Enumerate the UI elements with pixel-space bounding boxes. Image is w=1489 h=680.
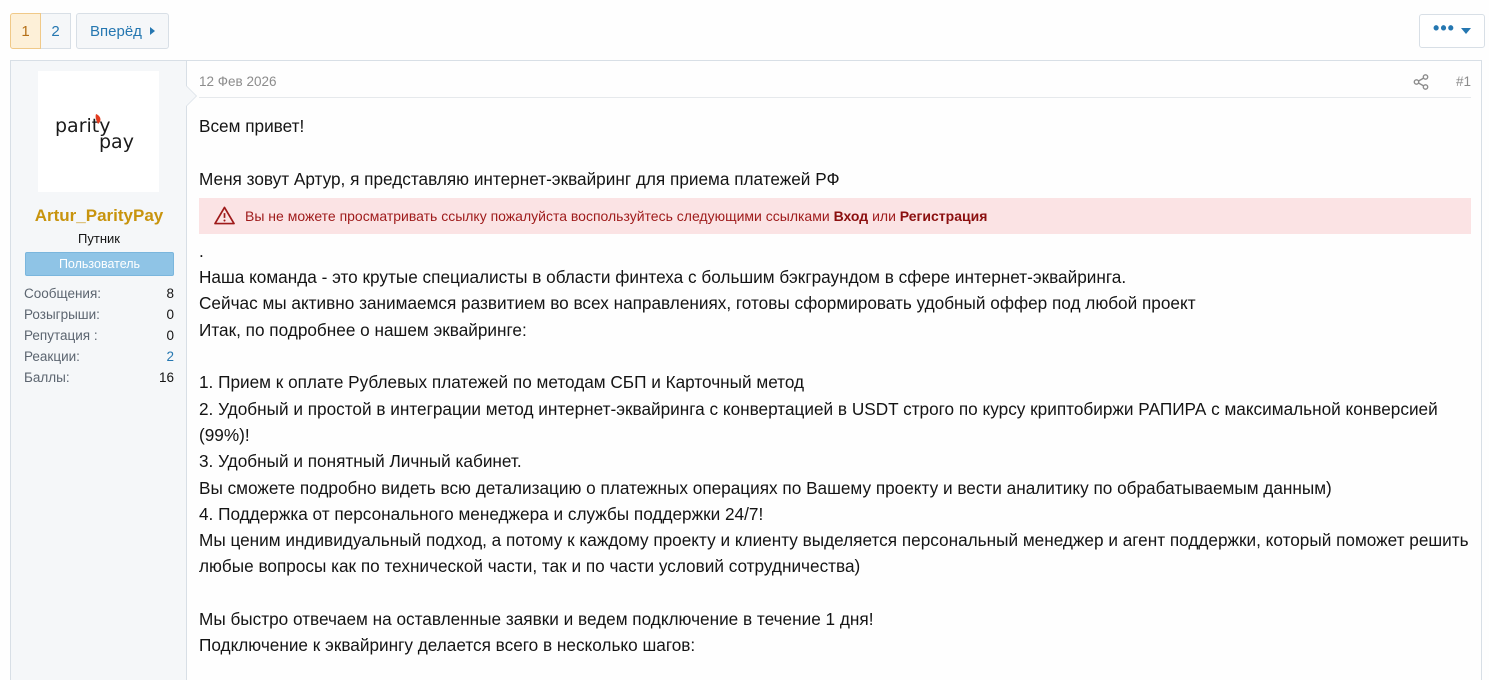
chevron-down-icon [1460, 28, 1471, 34]
next-page-label: Вперёд [90, 22, 142, 40]
register-link[interactable]: Регистрация [900, 203, 988, 229]
user-info-panel: parity pay Artur_ParityPay Путник Пользо… [11, 61, 197, 680]
stat-points: Баллы: 16 [24, 367, 174, 388]
post-number-link[interactable]: #1 [1456, 74, 1471, 89]
page-2-button[interactable]: 2 [41, 13, 71, 49]
more-icon: ••• [1433, 18, 1455, 38]
next-page-button[interactable]: Вперёд [76, 13, 169, 49]
post-line: . [199, 240, 204, 261]
post-line: Вы сможете подробно видеть всю детализац… [199, 477, 1332, 498]
post-greeting: Всем привет! [199, 116, 305, 136]
stat-label: Репутация : [24, 328, 98, 343]
post-line: Наша команда - это крутые специалисты в … [199, 267, 1127, 288]
post-line: Мы быстро отвечаем на оставленные заявки… [199, 609, 874, 630]
stat-reactions-link[interactable]: 2 [166, 346, 174, 367]
thread-tools-menu-button[interactable]: ••• [1419, 14, 1485, 48]
login-link[interactable]: Вход [834, 203, 869, 229]
stat-value: 8 [166, 286, 174, 301]
share-icon[interactable] [1413, 74, 1429, 90]
post-line: 2. Удобный и простой в интеграции метод … [199, 398, 1438, 445]
post-header: 12 Фев 2026 #1 [199, 61, 1471, 98]
pagination: 1 2 Вперёд [10, 13, 169, 49]
stat-reactions: Реакции: 2 [24, 346, 174, 367]
stat-label: Сообщения: [24, 286, 102, 301]
post-line: 3. Удобный и понятный Личный кабинет. [199, 451, 522, 472]
user-title: Путник [78, 231, 120, 246]
stat-giveaways: Розыгрыши: 0 [24, 304, 174, 325]
stat-value: 16 [158, 370, 174, 385]
stat-label: Реакции: [24, 349, 80, 364]
post-date-link[interactable]: 12 Фев 2026 [199, 74, 277, 89]
stat-messages: Сообщения: 8 [24, 283, 174, 304]
notice-or: или [872, 207, 896, 224]
stat-label: Розыгрыши: [24, 307, 100, 322]
post-line: Мы ценим индивидуальный подход, а потому… [199, 530, 1469, 577]
page-1-button[interactable]: 1 [10, 13, 41, 49]
user-group-banner: Пользователь [25, 252, 174, 276]
user-stats: Сообщения: 8 Розыгрыши: 0 Репутация : 0 Реа… [24, 283, 174, 388]
username-link[interactable]: Artur_ParityPay [11, 206, 187, 226]
stat-value: 0 [166, 307, 174, 322]
svg-text:pay: pay [99, 131, 134, 153]
post-intro: Меня зовут Артур, я представляю интернет… [199, 168, 840, 189]
stat-value: 0 [166, 328, 174, 343]
stat-label: Баллы: [24, 370, 70, 385]
post-line: Подключение к эквайрингу делается всего … [199, 635, 696, 656]
post-line: 1. Прием к оплате Рублевых платежей по м… [199, 372, 805, 393]
paritypay-logo: parity pay [55, 113, 134, 153]
hidden-link-notice: Вы не можете просматривать ссылку пожалу… [199, 197, 1471, 234]
notice-text: Вы не можете просматривать ссылку пожалу… [245, 207, 830, 224]
post-line: 4. Поддержка от персонального менеджера … [199, 503, 764, 524]
warning-icon [214, 206, 235, 225]
avatar[interactable]: parity pay [38, 71, 159, 192]
post-line: Итак, по подробнее о нашем эквайринге: [199, 319, 527, 340]
post-body: Всем привет! Меня зовут Артур, я предста… [199, 113, 1471, 659]
post-line: Сейчас мы активно занимаемся развитием в… [199, 293, 1196, 314]
post: parity pay Artur_ParityPay Путник Пользо… [10, 60, 1482, 680]
stat-reputation: Репутация : 0 [24, 325, 174, 346]
chevron-right-icon [149, 27, 155, 35]
